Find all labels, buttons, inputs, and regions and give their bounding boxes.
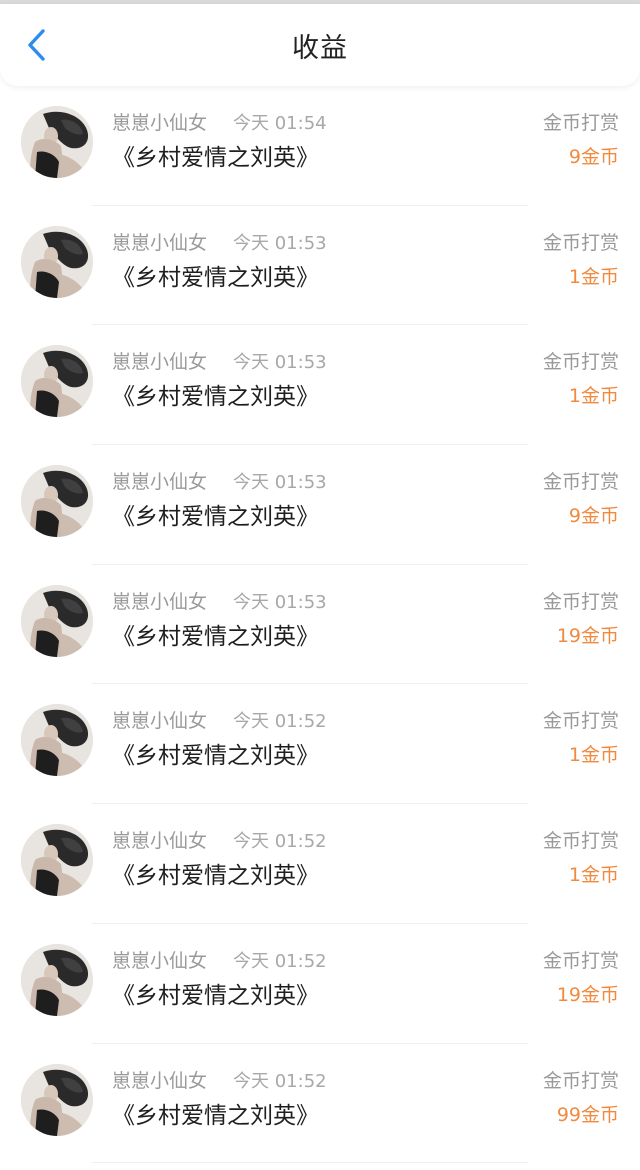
timestamp: 今天 01:53 <box>233 472 327 494</box>
reward-amount: 1金币 <box>568 744 619 767</box>
avatar-photo <box>21 824 93 897</box>
back-button[interactable] <box>14 23 58 67</box>
list-item[interactable]: 崽崽小仙女 今天 01:53 《乡村爱情之刘英》 金币打赏 9金币 <box>0 445 640 565</box>
reward-type: 金币打赏 <box>542 1069 619 1092</box>
avatar <box>21 345 93 418</box>
list-item[interactable]: 崽崽小仙女 今天 01:52 《乡村爱情之刘英》 金币打赏 99金币 <box>0 1044 640 1164</box>
list-item[interactable]: 崽崽小仙女 今天 01:53 《乡村爱情之刘英》 金币打赏 1金币 <box>0 206 640 326</box>
timestamp: 今天 01:52 <box>233 950 327 972</box>
user-name: 崽崽小仙女 <box>112 710 208 733</box>
avatar-photo <box>21 943 93 1016</box>
work-title: 《乡村爱情之刘英》 <box>112 145 319 171</box>
reward-type: 金币打赏 <box>542 471 619 494</box>
user-name: 崽崽小仙女 <box>112 1069 208 1092</box>
list-item[interactable]: 崽崽小仙女 今天 01:52 《乡村爱情之刘英》 金币打赏 19金币 <box>0 924 640 1044</box>
avatar <box>21 1063 93 1136</box>
reward-amount: 1金币 <box>568 265 619 288</box>
reward-type: 金币打赏 <box>542 830 619 853</box>
reward-amount: 1金币 <box>568 864 619 887</box>
timestamp: 今天 01:52 <box>233 1070 327 1092</box>
timestamp: 今天 01:53 <box>233 352 327 374</box>
avatar <box>21 106 93 178</box>
user-name: 崽崽小仙女 <box>112 949 208 972</box>
reward-type: 金币打赏 <box>542 710 619 733</box>
timestamp: 今天 01:52 <box>233 711 327 733</box>
reward-type: 金币打赏 <box>542 949 619 972</box>
reward-amount: 99金币 <box>556 1103 619 1126</box>
work-title: 《乡村爱情之刘英》 <box>112 743 319 770</box>
list-item[interactable]: 崽崽小仙女 今天 01:52 《乡村爱情之刘英》 金币打赏 1金币 <box>0 804 640 924</box>
reward-type: 金币打赏 <box>542 112 619 134</box>
timestamp: 今天 01:53 <box>233 232 327 254</box>
user-name: 崽崽小仙女 <box>112 231 208 254</box>
avatar <box>21 943 93 1016</box>
timestamp: 今天 01:53 <box>233 591 327 613</box>
list-item[interactable]: 崽崽小仙女 今天 01:53 《乡村爱情之刘英》 金币打赏 1金币 <box>0 325 640 445</box>
work-title: 《乡村爱情之刘英》 <box>112 264 319 291</box>
user-name: 崽崽小仙女 <box>112 351 208 374</box>
avatar <box>21 225 93 298</box>
reward-amount: 9金币 <box>568 146 619 168</box>
reward-amount: 19金币 <box>556 983 619 1006</box>
chevron-left-icon <box>28 29 45 61</box>
work-title: 《乡村爱情之刘英》 <box>112 623 319 650</box>
reward-type: 金币打赏 <box>542 231 619 254</box>
reward-type: 金币打赏 <box>542 590 619 613</box>
timestamp: 今天 01:52 <box>233 831 327 853</box>
work-title: 《乡村爱情之刘英》 <box>112 1102 319 1129</box>
earnings-list: 崽崽小仙女 今天 01:54 《乡村爱情之刘英》 金币打赏 9金币 崽崽小仙女 … <box>0 86 640 1163</box>
work-title: 《乡村爱情之刘英》 <box>112 384 319 411</box>
timestamp: 今天 01:54 <box>233 113 327 134</box>
work-title: 《乡村爱情之刘英》 <box>112 982 319 1009</box>
list-item[interactable]: 崽崽小仙女 今天 01:53 《乡村爱情之刘英》 金币打赏 19金币 <box>0 565 640 685</box>
avatar <box>21 824 93 897</box>
reward-amount: 9金币 <box>568 505 619 528</box>
user-name: 崽崽小仙女 <box>112 830 208 853</box>
avatar <box>21 704 93 777</box>
avatar-photo <box>21 584 93 657</box>
avatar-photo <box>21 465 93 538</box>
list-item[interactable]: 崽崽小仙女 今天 01:52 《乡村爱情之刘英》 金币打赏 1金币 <box>0 684 640 804</box>
avatar-photo <box>21 345 93 418</box>
avatar-photo <box>21 225 93 298</box>
work-title: 《乡村爱情之刘英》 <box>112 504 319 531</box>
avatar-photo <box>21 106 93 178</box>
avatar <box>21 465 93 538</box>
user-name: 崽崽小仙女 <box>112 112 208 134</box>
user-name: 崽崽小仙女 <box>112 471 208 494</box>
app-header: 收益 <box>0 4 640 86</box>
work-title: 《乡村爱情之刘英》 <box>112 863 319 890</box>
reward-amount: 1金币 <box>568 385 619 408</box>
list-item[interactable]: 崽崽小仙女 今天 01:54 《乡村爱情之刘英》 金币打赏 9金币 <box>0 86 640 206</box>
avatar <box>21 584 93 657</box>
reward-amount: 19金币 <box>556 624 619 647</box>
avatar-photo <box>21 1063 93 1136</box>
page-title: 收益 <box>292 32 348 64</box>
reward-type: 金币打赏 <box>542 351 619 374</box>
user-name: 崽崽小仙女 <box>112 590 208 613</box>
avatar-photo <box>21 704 93 777</box>
